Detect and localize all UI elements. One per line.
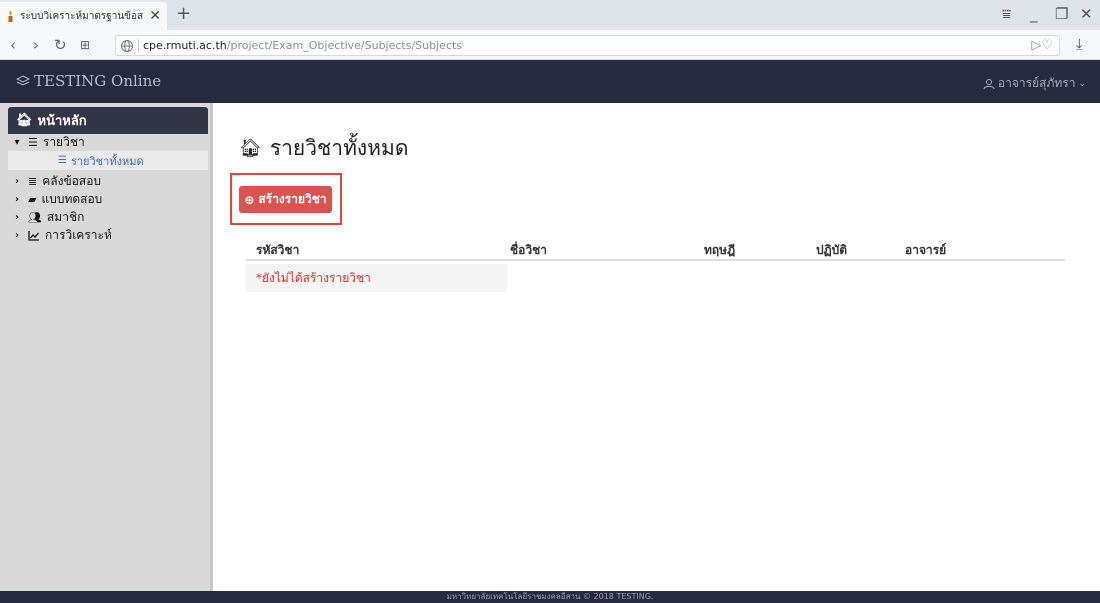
chevron-right-icon: › bbox=[14, 212, 20, 223]
subjects-table-header: รหัสวิชา ชื่อวิชา ทฤษฎี ปฏิบัติ อาจารย์ bbox=[246, 236, 1065, 261]
reload-icon[interactable]: ↻ bbox=[54, 36, 67, 54]
page-title-text: รายวิชาทั้งหมด bbox=[269, 136, 409, 160]
line-chart-icon bbox=[28, 231, 39, 241]
sidebar-item-label: การวิเคราะห์ bbox=[45, 228, 112, 242]
sidebar-item-members[interactable]: › 👥︎ สมาชิก bbox=[8, 209, 208, 226]
sidebar-item-tests[interactable]: › ▰ แบบทดสอบ bbox=[8, 191, 208, 208]
sidebar-subitem-all-subjects[interactable]: ☰ รายวิชาทั้งหมด bbox=[8, 151, 208, 170]
user-name: อาจารย์สุภัทรา bbox=[997, 76, 1076, 90]
chevron-down-icon: ▾ bbox=[14, 137, 20, 148]
brand-name: TESTING Online bbox=[34, 72, 162, 90]
home-icon: 🏠︎ bbox=[16, 113, 33, 128]
globe-icon bbox=[121, 39, 133, 52]
candle-favicon-icon bbox=[8, 10, 13, 22]
new-tab-button[interactable]: + bbox=[176, 5, 191, 23]
sidebar: 🏠︎ หน้าหลัก ▾ ☰ รายวิชา ☰ รายวิชาทั้งหมด… bbox=[0, 103, 213, 591]
download-icon[interactable]: ⤓ bbox=[1076, 35, 1083, 53]
app-navbar: TESTING Online อาจารย์สุภัทรา ⌄ bbox=[0, 60, 1100, 103]
restore-icon[interactable]: ❐ bbox=[1055, 5, 1068, 23]
column-header-teacher[interactable]: อาจารย์ bbox=[905, 241, 946, 260]
browser-tab[interactable]: ระบบวิเคราะห์มาตรฐานข้อสอบ ✕ bbox=[0, 2, 167, 30]
user-menu[interactable]: อาจารย์สุภัทรา ⌄ bbox=[983, 74, 1086, 93]
forward-icon[interactable]: › bbox=[33, 36, 39, 54]
sidebar-item-analysis[interactable]: › การวิเคราะห์ bbox=[8, 227, 208, 244]
tab-close-icon[interactable]: ✕ bbox=[149, 9, 161, 23]
sidebar-subitem-label: รายวิชาทั้งหมด bbox=[70, 154, 144, 168]
sidebar-item-subjects[interactable]: ▾ ☰ รายวิชา bbox=[8, 134, 208, 151]
column-header-theory[interactable]: ทฤษฎี bbox=[704, 241, 735, 260]
url-host: cpe.rmuti.ac.th bbox=[143, 39, 227, 52]
footer: มหาวิทยาลัยเทคโนโลยีราชมงคลอีสาน © 2018 … bbox=[0, 591, 1100, 603]
users-icon: 👥︎ bbox=[28, 211, 42, 224]
url-separator bbox=[138, 39, 139, 52]
back-icon[interactable]: ‹ bbox=[10, 36, 16, 54]
url-path: /project/Exam_Objective/Subjects/Subject… bbox=[226, 39, 463, 52]
column-header-name[interactable]: ชื่อวิชา bbox=[510, 241, 547, 260]
layers-icon bbox=[16, 75, 30, 86]
sidebar-item-label: รายวิชา bbox=[42, 135, 85, 149]
list-icon: ☰ bbox=[28, 136, 38, 149]
chevron-right-icon: › bbox=[14, 176, 20, 187]
chevron-down-icon: ⌄ bbox=[1078, 78, 1086, 89]
column-header-practice[interactable]: ปฏิบัติ bbox=[816, 241, 847, 260]
sidebar-home-label: หน้าหลัก bbox=[37, 114, 87, 129]
chevron-right-icon: › bbox=[14, 230, 20, 241]
favorite-heart-icon[interactable]: ▷♡ bbox=[1031, 38, 1053, 53]
close-window-icon[interactable]: ✕ bbox=[1080, 5, 1093, 23]
chevron-right-icon: › bbox=[14, 194, 20, 205]
tab-list-icon[interactable]: ⩸ bbox=[1002, 5, 1011, 23]
user-icon bbox=[983, 78, 995, 89]
create-subject-button[interactable]: ⊕ สร้างรายวิชา bbox=[239, 186, 332, 213]
url-field[interactable]: cpe.rmuti.ac.th /project/Exam_Objective/… bbox=[115, 35, 1060, 56]
browser-tab-bar: ระบบวิเคราะห์มาตรฐานข้อสอบ ✕ + ⩸ _ ❐ ✕ bbox=[0, 0, 1100, 30]
sidebar-item-home[interactable]: 🏠︎ หน้าหลัก bbox=[8, 107, 208, 134]
tab-title: ระบบวิเคราะห์มาตรฐานข้อสอบ bbox=[20, 10, 145, 22]
plus-circle-icon: ⊕ bbox=[244, 192, 255, 207]
column-header-code[interactable]: รหัสวิชา bbox=[256, 241, 299, 260]
grid-apps-icon[interactable]: ⊞ bbox=[80, 36, 90, 54]
address-bar: ‹ › ↻ ⊞ cpe.rmuti.ac.th /project/Exam_Ob… bbox=[0, 30, 1100, 60]
book-icon: ▰ bbox=[28, 193, 37, 206]
brand[interactable]: TESTING Online bbox=[16, 72, 161, 90]
database-icon: ≣ bbox=[28, 175, 38, 188]
empty-table-message: *ยังไม่ได้สร้างรายวิชา bbox=[246, 264, 507, 292]
list-alt-icon: ☰ bbox=[58, 155, 67, 166]
sidebar-item-label: คลังข้อสอบ bbox=[42, 174, 102, 188]
sidebar-item-question-bank[interactable]: › ≣ คลังข้อสอบ bbox=[8, 173, 208, 190]
minimize-icon[interactable]: _ bbox=[1030, 5, 1038, 23]
home-icon: 🏠︎ bbox=[239, 138, 262, 159]
create-subject-label: สร้างรายวิชา bbox=[258, 192, 327, 206]
sidebar-item-label: แบบทดสอบ bbox=[41, 192, 103, 206]
page-title: 🏠︎ รายวิชาทั้งหมด bbox=[239, 132, 409, 165]
sidebar-item-label: สมาชิก bbox=[46, 210, 85, 224]
